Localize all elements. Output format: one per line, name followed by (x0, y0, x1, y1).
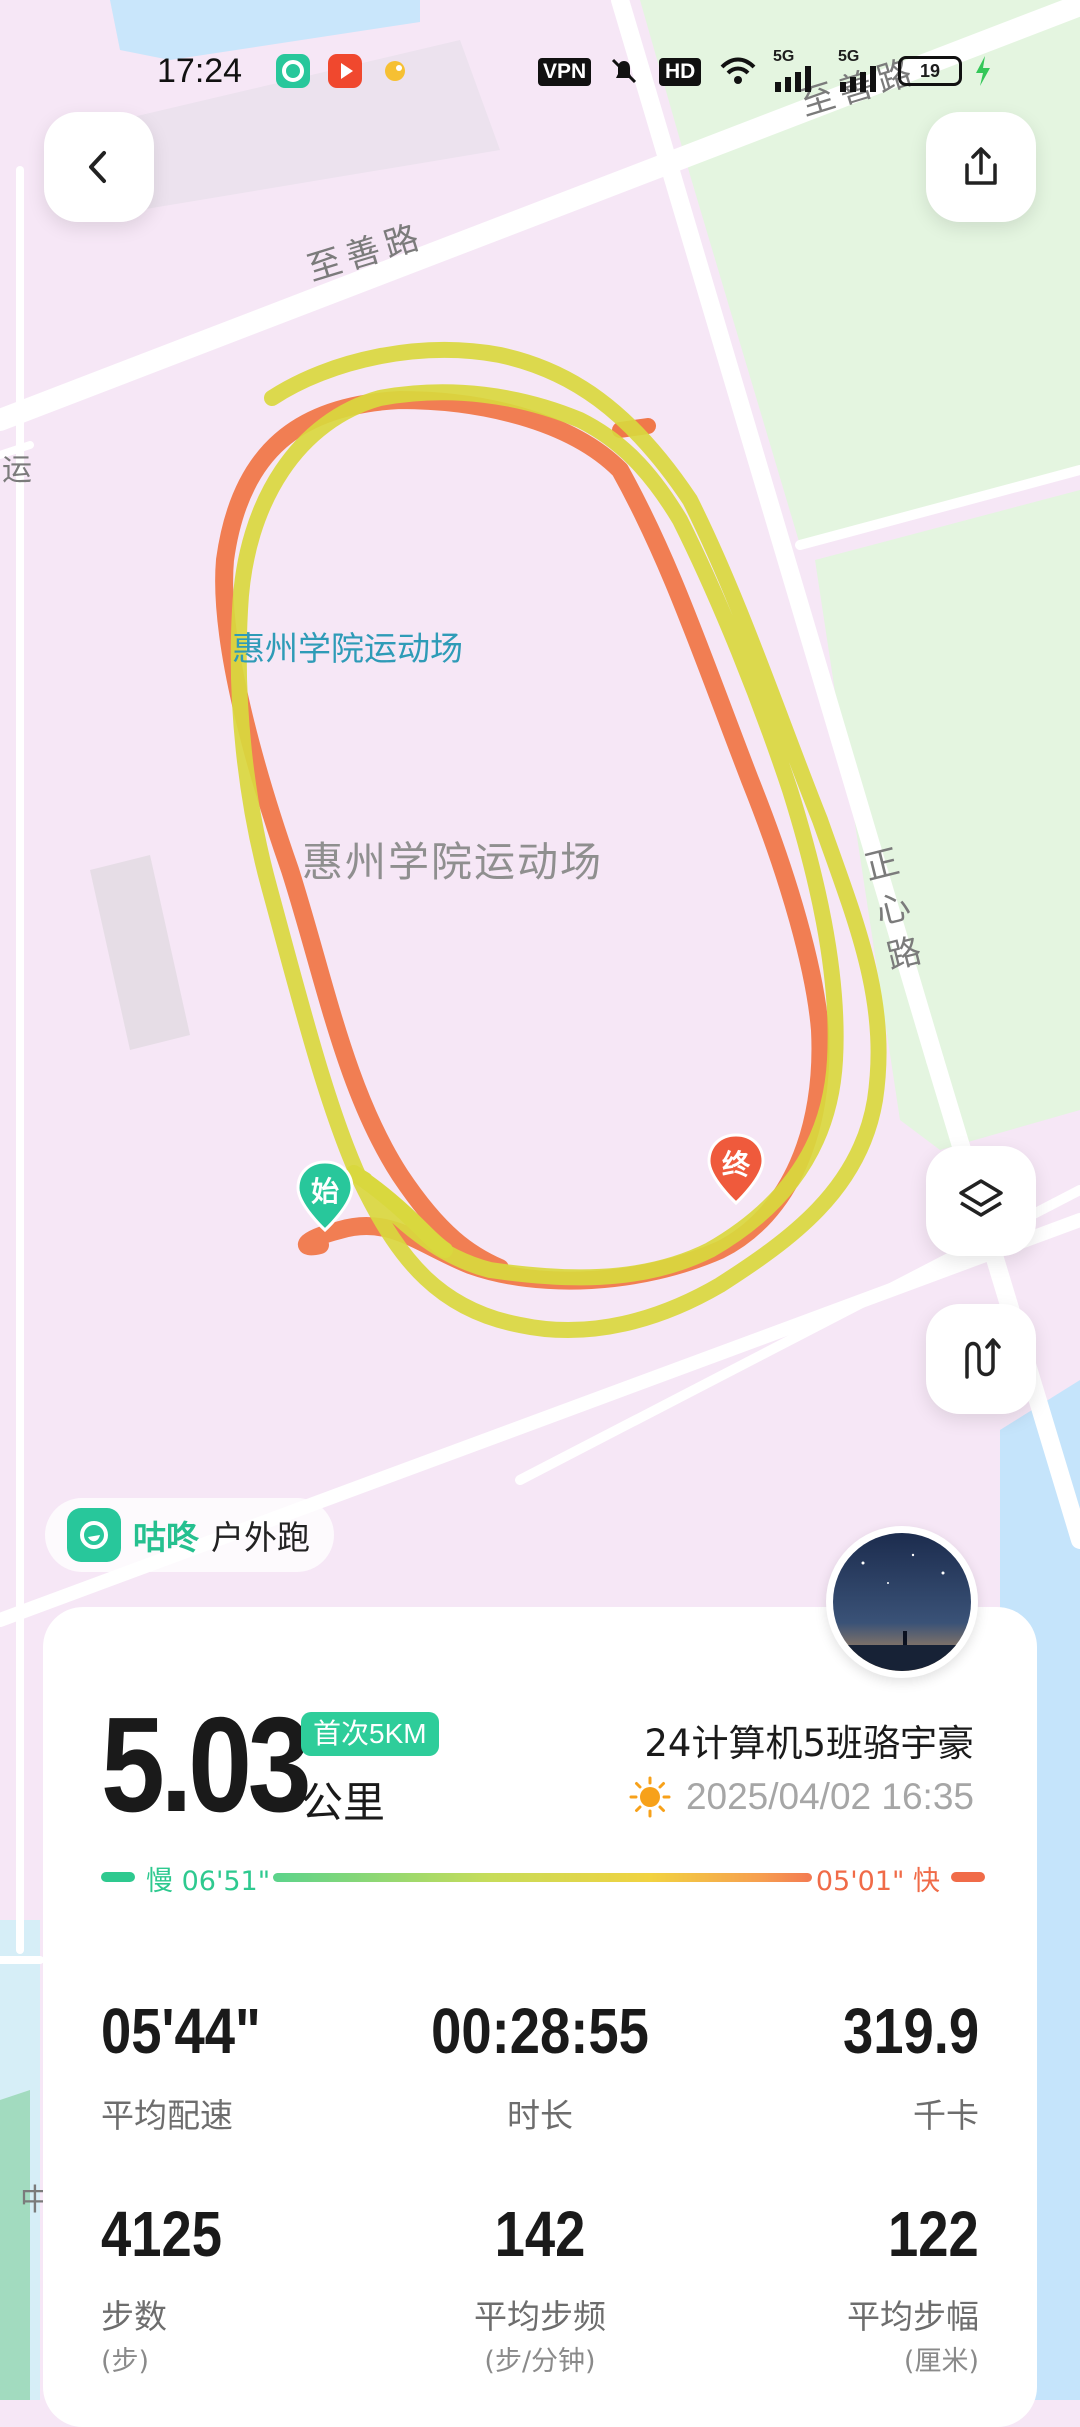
run-datetime: 2025/04/02 16:35 (685, 1776, 974, 1817)
charging-icon (972, 54, 994, 88)
signal-label-1: 5G (773, 48, 795, 65)
vpn-badge: VPN (538, 58, 592, 86)
share-button[interactable] (926, 112, 1036, 222)
brand-pill: 咕咚 户外跑 (45, 1498, 334, 1572)
calories-label: 千卡 (913, 2096, 979, 2135)
gudong-app-icon (276, 54, 310, 88)
avatar-image (833, 1533, 971, 1671)
duration-value: 00:28:55 (431, 1995, 649, 2067)
pace-fast-label: 05'01" 快 (815, 1866, 940, 1897)
sun-weather-icon (629, 1776, 671, 1818)
video-app-icon (328, 54, 362, 88)
bird-app-icon (380, 56, 410, 86)
status-bar: 17:24 VPN HD 5G 5G 19 (0, 40, 1080, 104)
mute-bell-icon (607, 54, 641, 88)
datetime-row: 2025/04/02 16:35 (628, 1775, 974, 1819)
route-curve-button[interactable] (926, 1304, 1036, 1414)
cadence-unit: (步/分钟) (484, 2346, 596, 2377)
first-5km-badge: 首次5KM (301, 1712, 439, 1756)
pace-slow-label: 慢 06'51" (146, 1866, 271, 1897)
venue-label-blue: 惠州学院运动场 (232, 629, 463, 668)
status-time: 17:24 (157, 52, 243, 90)
battery-level: 19 (919, 61, 941, 81)
map-edge-char: 运 (2, 453, 32, 488)
venue-label-gray: 惠州学院运动场 (302, 838, 603, 886)
end-marker-label: 终 (721, 1148, 750, 1181)
start-marker[interactable]: 始 (296, 1160, 354, 1232)
pace-fast-cap (951, 1872, 985, 1882)
calories-value: 319.9 (842, 1995, 979, 2067)
end-marker[interactable]: 终 (707, 1133, 765, 1205)
signal-label-2: 5G (838, 48, 860, 65)
gudong-logo-icon (67, 1508, 121, 1562)
distance-unit: 公里 (301, 1778, 386, 1827)
route-curve-icon (965, 1338, 1001, 1379)
hd-badge: HD (659, 58, 702, 86)
distance-value: 5.03 (101, 1689, 312, 1840)
cadence-value: 142 (494, 2198, 586, 2270)
stride-value: 122 (888, 2198, 979, 2270)
chevron-left-icon (89, 151, 106, 183)
share-icon (965, 147, 997, 185)
battery-icon: 19 (898, 56, 962, 86)
run-summary-card: 5.03 首次5KM 公里 24计算机5班骆宇豪 2025/04/02 16:3… (43, 1607, 1037, 2427)
stride-label: 平均步幅 (847, 2297, 979, 2336)
brand-name: 咕咚 (133, 1518, 199, 1557)
signal-bars-1-icon (773, 66, 819, 92)
stride-unit: (厘米) (903, 2346, 979, 2377)
activity-mode: 户外跑 (211, 1518, 310, 1557)
map-layers-button[interactable] (926, 1146, 1036, 1256)
wifi-icon (718, 54, 758, 88)
layers-icon (959, 1179, 1003, 1217)
signal-bars-2-icon (838, 66, 884, 92)
duration-label: 时长 (507, 2096, 573, 2135)
user-avatar[interactable] (826, 1526, 978, 1678)
pace-range-bar: 慢 06'51" 05'01" 快 (101, 1857, 985, 1897)
pace-slow-cap (101, 1872, 135, 1882)
user-name: 24计算机5班骆宇豪 (644, 1722, 974, 1765)
pace-gradient (273, 1873, 812, 1882)
back-button[interactable] (44, 112, 154, 222)
start-marker-label: 始 (310, 1175, 339, 1208)
